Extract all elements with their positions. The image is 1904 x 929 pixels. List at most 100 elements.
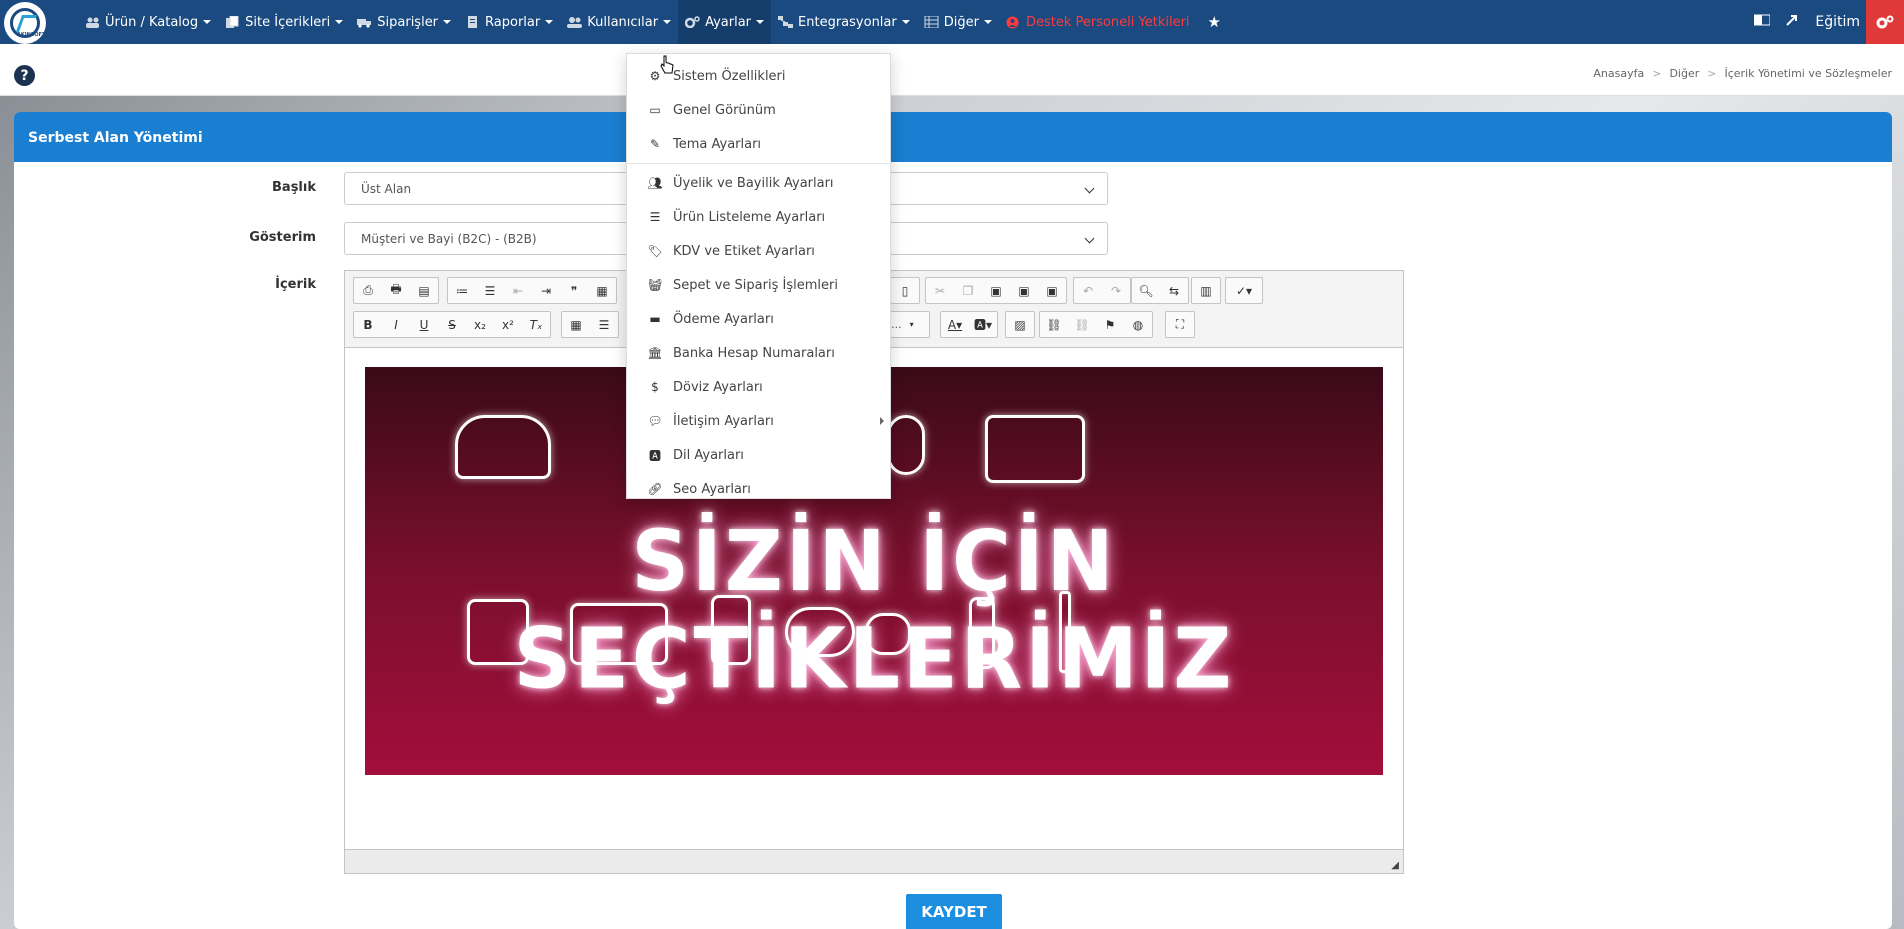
icerik-label: İçerik (275, 277, 316, 292)
save-button[interactable]: KAYDET (906, 894, 1002, 929)
template-icon[interactable]: ▤ (410, 278, 438, 303)
menu-item-iletisim[interactable]: 💬︎ İletişim Ayarları (627, 404, 890, 438)
table-icon[interactable]: ▦ (562, 312, 590, 337)
piston-icon (969, 597, 995, 669)
redo-icon[interactable]: ↷ (1102, 278, 1130, 303)
stethoscope-icon (887, 415, 925, 475)
blockquote-icon[interactable]: ❞ (560, 278, 588, 303)
menu-item-kdv-etiket[interactable]: 🏷︎ KDV ve Etiket Ayarları (627, 234, 890, 268)
breadcrumb-diger[interactable]: Diğer (1669, 67, 1699, 80)
dog-icon (785, 607, 855, 657)
menu-item-genel-gorunum[interactable]: ▭ Genel Görünüm (627, 93, 890, 127)
bg-color-icon[interactable]: 🅰▾ (969, 312, 997, 337)
logo[interactable]: AKINSOFT (4, 2, 46, 44)
undo-icon[interactable]: ↶ (1074, 278, 1102, 303)
menu-item-seo[interactable]: 🔗︎ Seo Ayarları (627, 472, 890, 506)
user-circle-icon (1006, 16, 1021, 29)
breadcrumb-home[interactable]: Anasayfa (1593, 67, 1644, 80)
nav-raporlar[interactable]: Raporlar (458, 0, 560, 44)
subscript-icon[interactable]: x₂ (466, 312, 494, 337)
main-menu: Ürün / Katalog Site İçerikleri Siparişle… (78, 0, 1228, 44)
maximize-icon[interactable]: ⛶ (1166, 312, 1194, 337)
bold-icon[interactable]: B (354, 312, 382, 337)
strike-icon[interactable]: S (438, 312, 466, 337)
superscript-icon[interactable]: x² (494, 312, 522, 337)
unlink-icon[interactable]: ⛓ (1068, 312, 1096, 337)
top-navbar: AKINSOFT Ürün / Katalog Site İçerikleri … (0, 0, 1904, 44)
link-icon: 🔗︎ (647, 482, 663, 496)
italic-icon[interactable]: I (382, 312, 410, 337)
tshirt-icon (467, 599, 529, 665)
menu-item-sepet-siparis[interactable]: 🧺︎ Sepet ve Sipariş İşlemleri (627, 268, 890, 302)
menu-item-banka-hesap[interactable]: 🏛︎ Banka Hesap Numaraları (627, 336, 890, 370)
baslik-label: Başlık (272, 180, 316, 195)
admin-gears-icon[interactable] (1866, 0, 1904, 44)
nav-destek-personeli[interactable]: Destek Personeli Yetkileri (999, 0, 1197, 44)
report-icon (465, 16, 480, 28)
credit-card-icon: ▬ (649, 312, 661, 326)
menu-divider (627, 163, 890, 164)
nav-siparisler[interactable]: Siparişler (350, 0, 458, 44)
help-icon[interactable]: ? (14, 65, 35, 86)
anchor-icon[interactable]: ⚑ (1096, 312, 1124, 337)
link-icon[interactable]: ⛓ (1040, 312, 1068, 337)
ayarlar-dropdown-menu: ⚙ Sistem Özellikleri ▭ Genel Görünüm ✎ Tema… (626, 53, 891, 499)
food-icon (455, 415, 551, 479)
nav-site-icerikleri[interactable]: Site İçerikleri (218, 0, 350, 44)
nav-entegrasyonlar[interactable]: Entegrasyonlar (771, 0, 917, 44)
text-color-icon[interactable]: A▾ (941, 312, 969, 337)
find-icon[interactable]: 🔍︎ (1132, 278, 1160, 303)
replace-icon[interactable]: ⇆ (1160, 278, 1188, 303)
language-icon[interactable] (1747, 14, 1777, 30)
gears-icon (684, 16, 700, 29)
external-link-icon[interactable] (1777, 14, 1807, 30)
gosterim-label: Gösterim (249, 230, 316, 245)
breadcrumb: Anasayfa > Diğer > İçerik Yönetimi ve Sö… (1593, 67, 1892, 80)
basket-icon: 🧺︎ (647, 278, 663, 292)
brush-icon: ✎ (649, 137, 661, 151)
paste-icon[interactable]: ▣ (982, 278, 1010, 303)
print-icon[interactable]: 🖶 (382, 278, 410, 303)
breadcrumb-current: İçerik Yönetimi ve Sözleşmeler (1724, 67, 1892, 80)
select-all-icon[interactable]: ▥ (1192, 278, 1220, 303)
bullet-list-icon[interactable]: ☰ (476, 278, 504, 303)
outdent-icon[interactable]: ⇤ (504, 278, 532, 303)
comments-icon: 💬︎ (647, 414, 663, 428)
copy-icon (225, 15, 240, 28)
remove-format-icon[interactable]: Tₓ (522, 312, 550, 337)
nav-urun-katalog[interactable]: Ürün / Katalog (78, 0, 218, 44)
menu-item-uyelik-bayilik[interactable]: 👥︎ Üyelik ve Bayilik Ayarları (627, 166, 890, 200)
resize-handle-icon[interactable]: ◢ (1391, 860, 1399, 871)
user-name[interactable]: Eğitim (1815, 14, 1860, 30)
underline-icon[interactable]: U (410, 312, 438, 337)
div-icon[interactable]: ▦ (588, 278, 616, 303)
preview-icon[interactable]: ⎙ (354, 278, 382, 303)
submenu-arrow-icon (880, 417, 884, 425)
menu-item-doviz[interactable]: $ Döviz Ayarları (627, 370, 890, 404)
menu-item-tema-ayarlari[interactable]: ✎ Tema Ayarları (627, 127, 890, 161)
favorites-button[interactable]: ★ (1197, 0, 1228, 44)
spellcheck-icon[interactable]: ✓▾ (1226, 278, 1262, 303)
editor-statusbar: ◢ (345, 849, 1403, 873)
panel-title: Serbest Alan Yönetimi (14, 112, 1892, 162)
numbered-list-icon[interactable]: ≔ (448, 278, 476, 303)
nav-diger[interactable]: Diğer (917, 0, 999, 44)
menu-item-dil[interactable]: 🅰︎ Dil Ayarları (627, 438, 890, 472)
paste-word-icon[interactable]: ▣ (1038, 278, 1066, 303)
menu-item-odeme[interactable]: ▬ Ödeme Ayarları (627, 302, 890, 336)
image-icon[interactable]: ▨ (1006, 312, 1034, 337)
tags-icon: 🏷︎ (647, 244, 663, 258)
justify-icon[interactable]: ▯ (891, 278, 919, 303)
horizontal-line-icon[interactable]: ☰ (590, 312, 618, 337)
truck-icon (357, 16, 372, 28)
user-group-icon (567, 16, 583, 28)
cut-icon[interactable]: ✂ (926, 278, 954, 303)
nav-kullanicilar[interactable]: Kullanıcılar (560, 0, 678, 44)
nav-ayarlar[interactable]: Ayarlar (678, 0, 772, 44)
indent-icon[interactable]: ⇥ (532, 278, 560, 303)
copy-icon[interactable]: ❐ (954, 278, 982, 303)
globe-icon[interactable]: ◍ (1124, 312, 1152, 337)
paste-text-icon[interactable]: ▣ (1010, 278, 1038, 303)
users-icon: 👥︎ (647, 176, 663, 190)
menu-item-urun-listeleme[interactable]: ☰ Ürün Listeleme Ayarları (627, 200, 890, 234)
